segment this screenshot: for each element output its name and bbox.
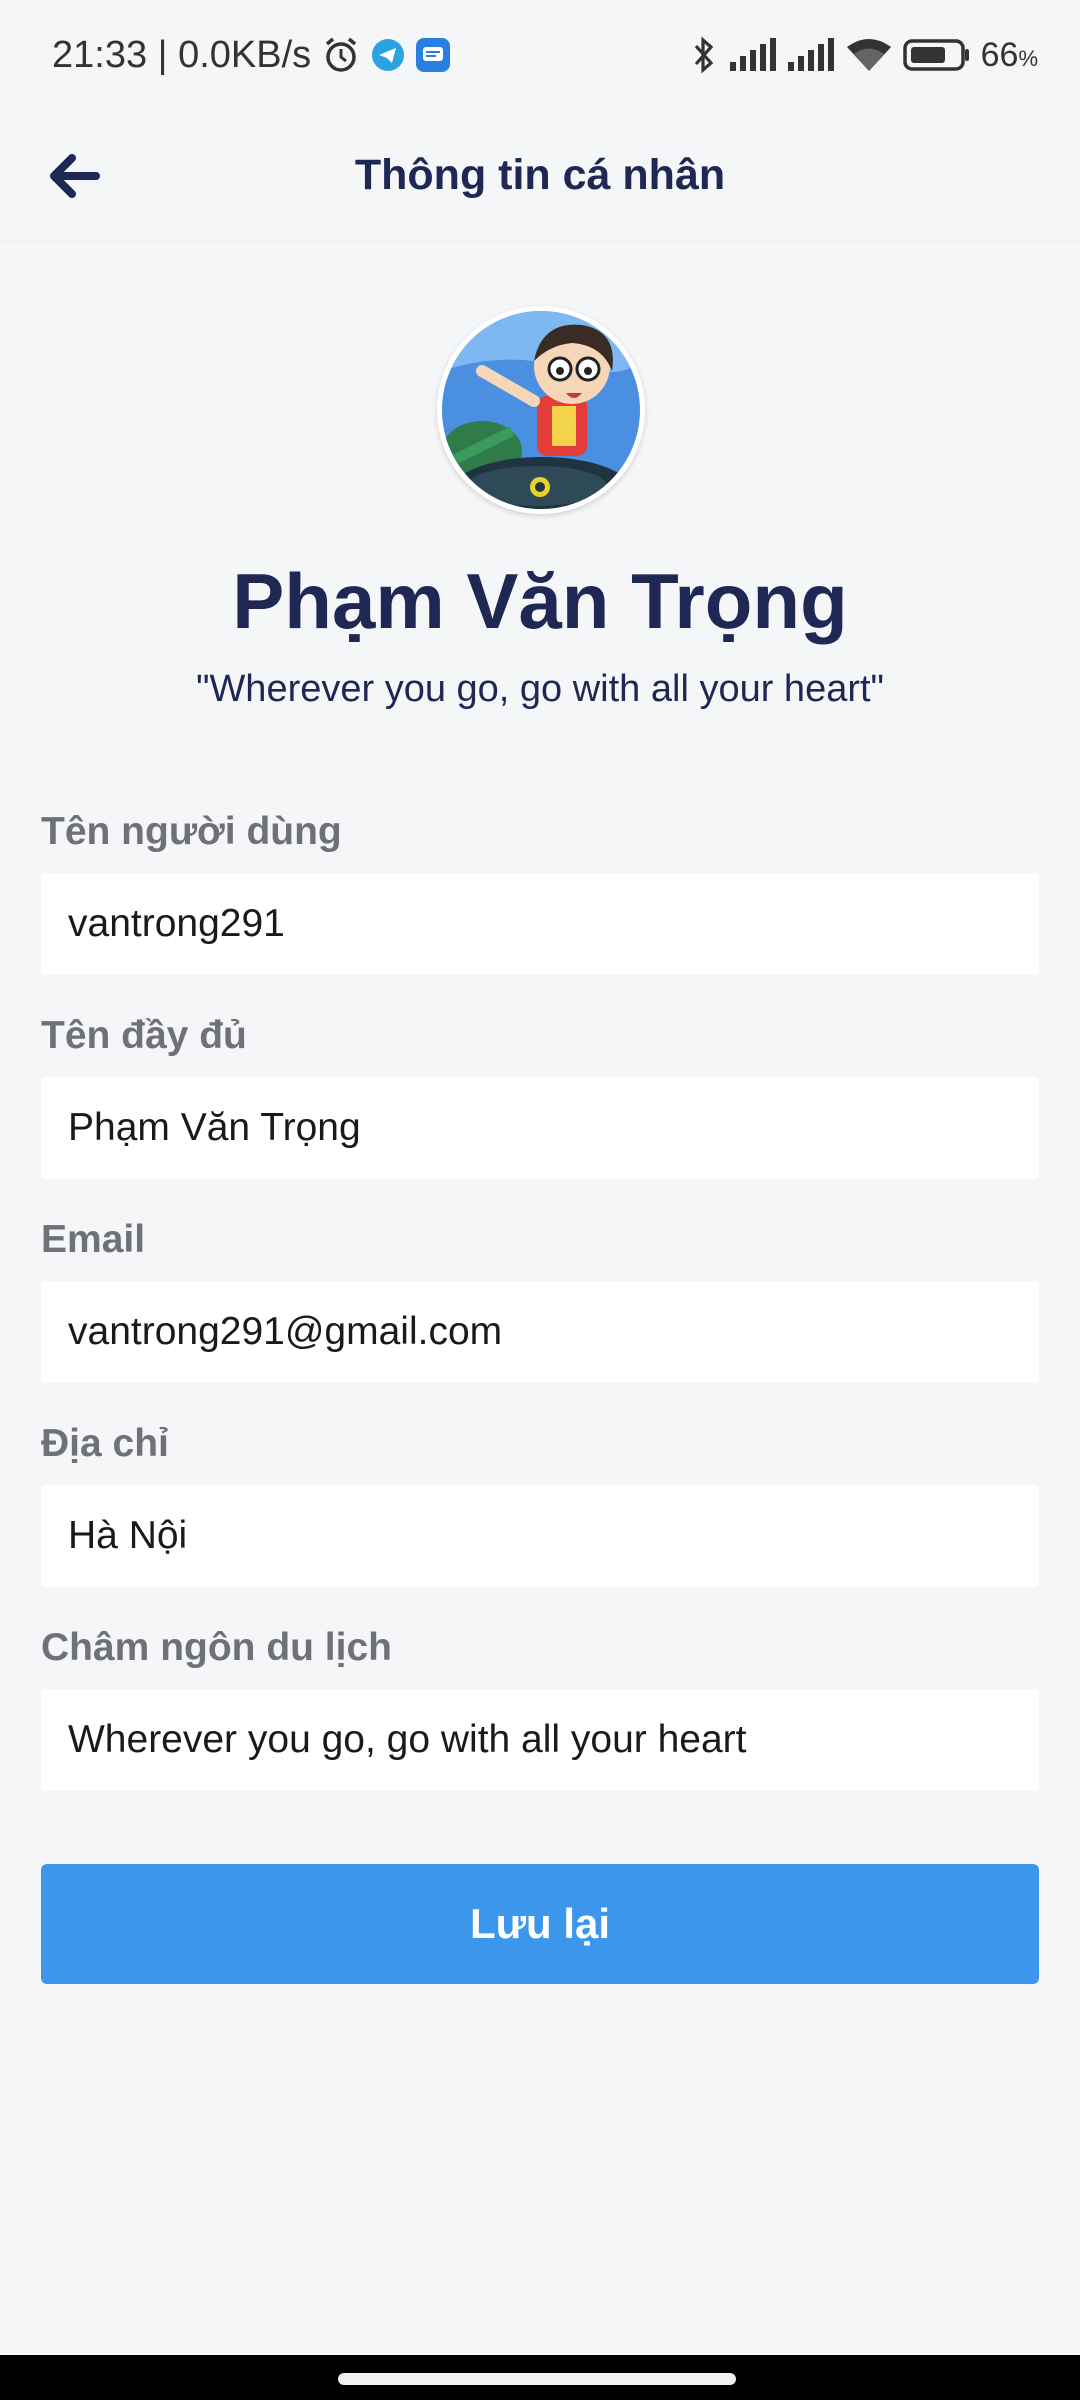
address-label: Địa chỉ: [41, 1422, 169, 1465]
signal-icon: [729, 38, 777, 72]
battery-icon: [902, 38, 971, 72]
avatar[interactable]: [437, 306, 645, 514]
status-time: 21:33 | 0.0KB/s: [52, 33, 312, 76]
home-indicator[interactable]: [338, 2373, 736, 2385]
bluetooth-icon: [689, 35, 719, 75]
email-label: Email: [41, 1218, 146, 1261]
status-bar: 21:33 | 0.0KB/s 66%: [0, 0, 1080, 110]
status-bar-left: 21:33 | 0.0KB/s: [52, 34, 451, 77]
email-field[interactable]: [41, 1281, 1039, 1383]
profile-form: Tên người dùng Tên đầy đủ Email Địa chỉ …: [41, 805, 1039, 1825]
address-field[interactable]: [41, 1485, 1039, 1587]
fullname-field[interactable]: [41, 1077, 1039, 1179]
fullname-label: Tên đầy đủ: [41, 1014, 247, 1057]
wifi-icon: [845, 37, 893, 73]
save-button[interactable]: Lưu lại: [41, 1864, 1039, 1984]
profile-screen: 21:33 | 0.0KB/s 66% Thông tin cá nhân Ph…: [0, 0, 1080, 2400]
message-icon: [415, 37, 451, 73]
profile-name: Phạm Văn Trọng: [232, 557, 848, 645]
status-bar-right: 66%: [689, 35, 1038, 75]
app-header: Thông tin cá nhân: [0, 110, 1080, 242]
arrow-left-icon: [50, 154, 100, 198]
telegram-icon: [371, 38, 405, 72]
page-title: Thông tin cá nhân: [354, 151, 726, 199]
profile-quote: "Wherever you go, go with all your heart…: [195, 668, 885, 710]
system-nav-bar: [0, 2355, 1080, 2400]
username-label: Tên người dùng: [41, 810, 342, 853]
username-field[interactable]: [41, 873, 1039, 975]
motto-field[interactable]: [41, 1689, 1039, 1791]
signal-icon: [787, 38, 835, 72]
motto-label: Châm ngôn du lịch: [41, 1626, 392, 1669]
back-button[interactable]: [36, 138, 112, 214]
alarm-icon: [321, 35, 361, 75]
battery-percent: 66%: [980, 35, 1038, 74]
